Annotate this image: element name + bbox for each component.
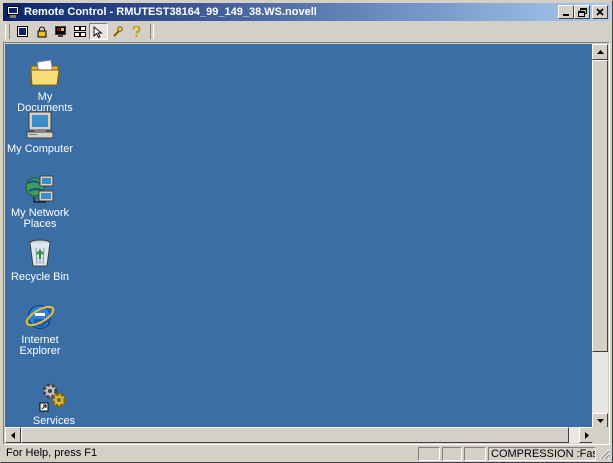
network-icon [24, 173, 56, 205]
status-compression: COMPRESSION :Fast [488, 447, 596, 461]
restore-button[interactable] [574, 5, 590, 19]
resize-grip[interactable] [598, 448, 610, 460]
restore-icon [577, 7, 587, 17]
resize-grip-icon [599, 449, 610, 460]
desktop-icon-my-network-places[interactable]: My Network Places [5, 173, 75, 230]
close-icon [596, 8, 604, 16]
horizontal-scroll-thumb[interactable] [21, 427, 569, 443]
window-title: Remote Control - RMUTEST38164_99_149_38.… [24, 6, 317, 18]
desktop-icon-services[interactable]: Services [19, 381, 89, 427]
close-button[interactable] [592, 5, 608, 19]
desktop-icon-recycle-bin[interactable]: Recycle Bin [5, 237, 75, 283]
desktop-icon-label: My Network Places [10, 207, 70, 230]
title-bar[interactable]: Remote Control - RMUTEST38164_99_149_38.… [3, 3, 610, 21]
horizontal-scrollbar[interactable] [5, 427, 595, 443]
arrow-down-icon [596, 419, 604, 423]
help-icon [132, 25, 141, 37]
scrollbar-corner [592, 427, 608, 443]
desktop-icon-label: Services [32, 415, 76, 427]
toolbar [3, 22, 610, 41]
lock-button[interactable] [32, 23, 51, 40]
desktop-icon-label: My Computer [6, 143, 74, 155]
arrow-up-icon [596, 50, 604, 54]
help-button[interactable] [127, 23, 146, 40]
toolbar-grip[interactable] [5, 24, 10, 39]
services-icon [38, 381, 70, 413]
recycle-bin-icon [24, 237, 56, 269]
minimize-button[interactable] [558, 5, 574, 19]
settings-button[interactable] [108, 23, 127, 40]
status-indicator-1 [418, 447, 440, 461]
status-help-text: For Help, press F1 [6, 447, 98, 459]
scroll-up-button[interactable] [592, 44, 608, 60]
minimize-icon [563, 14, 569, 16]
navigation-icon [93, 25, 103, 38]
toolbar-separator [150, 24, 154, 39]
status-bar: For Help, press F1 COMPRESSION :Fast [3, 446, 610, 462]
vertical-scroll-thumb[interactable] [592, 60, 608, 352]
blank-screen-button[interactable] [51, 23, 70, 40]
remote-desktop[interactable]: My Documents My Computer My Network Plac… [5, 44, 595, 429]
desktop-icon-internet-explorer[interactable]: Internet Explorer [5, 300, 75, 357]
tile-windows-icon [73, 26, 86, 37]
internet-explorer-icon [24, 300, 56, 332]
navigation-button[interactable] [89, 23, 108, 40]
settings-wrench-icon [113, 26, 123, 37]
fullscreen-button[interactable] [13, 23, 32, 40]
scroll-left-button[interactable] [5, 427, 21, 443]
lock-icon [37, 26, 46, 37]
blank-screen-icon [55, 26, 66, 37]
desktop-icon-label: Recycle Bin [10, 271, 70, 283]
arrow-right-icon [585, 431, 589, 439]
desktop-icon-my-computer[interactable]: My Computer [5, 109, 75, 155]
remote-control-window: Remote Control - RMUTEST38164_99_149_38.… [0, 0, 613, 463]
fullscreen-icon [17, 26, 28, 37]
vertical-scrollbar[interactable] [592, 44, 608, 429]
status-indicator-2 [442, 447, 462, 461]
folder-icon [29, 57, 61, 89]
computer-icon [24, 109, 56, 141]
remote-control-app-icon[interactable] [6, 5, 20, 19]
tile-windows-button[interactable] [70, 23, 89, 40]
status-indicator-3 [464, 447, 486, 461]
desktop-icon-label: Internet Explorer [19, 334, 61, 357]
remote-view: My Documents My Computer My Network Plac… [3, 42, 610, 445]
arrow-left-icon [11, 431, 15, 439]
desktop-icon-my-documents[interactable]: My Documents [10, 57, 80, 114]
